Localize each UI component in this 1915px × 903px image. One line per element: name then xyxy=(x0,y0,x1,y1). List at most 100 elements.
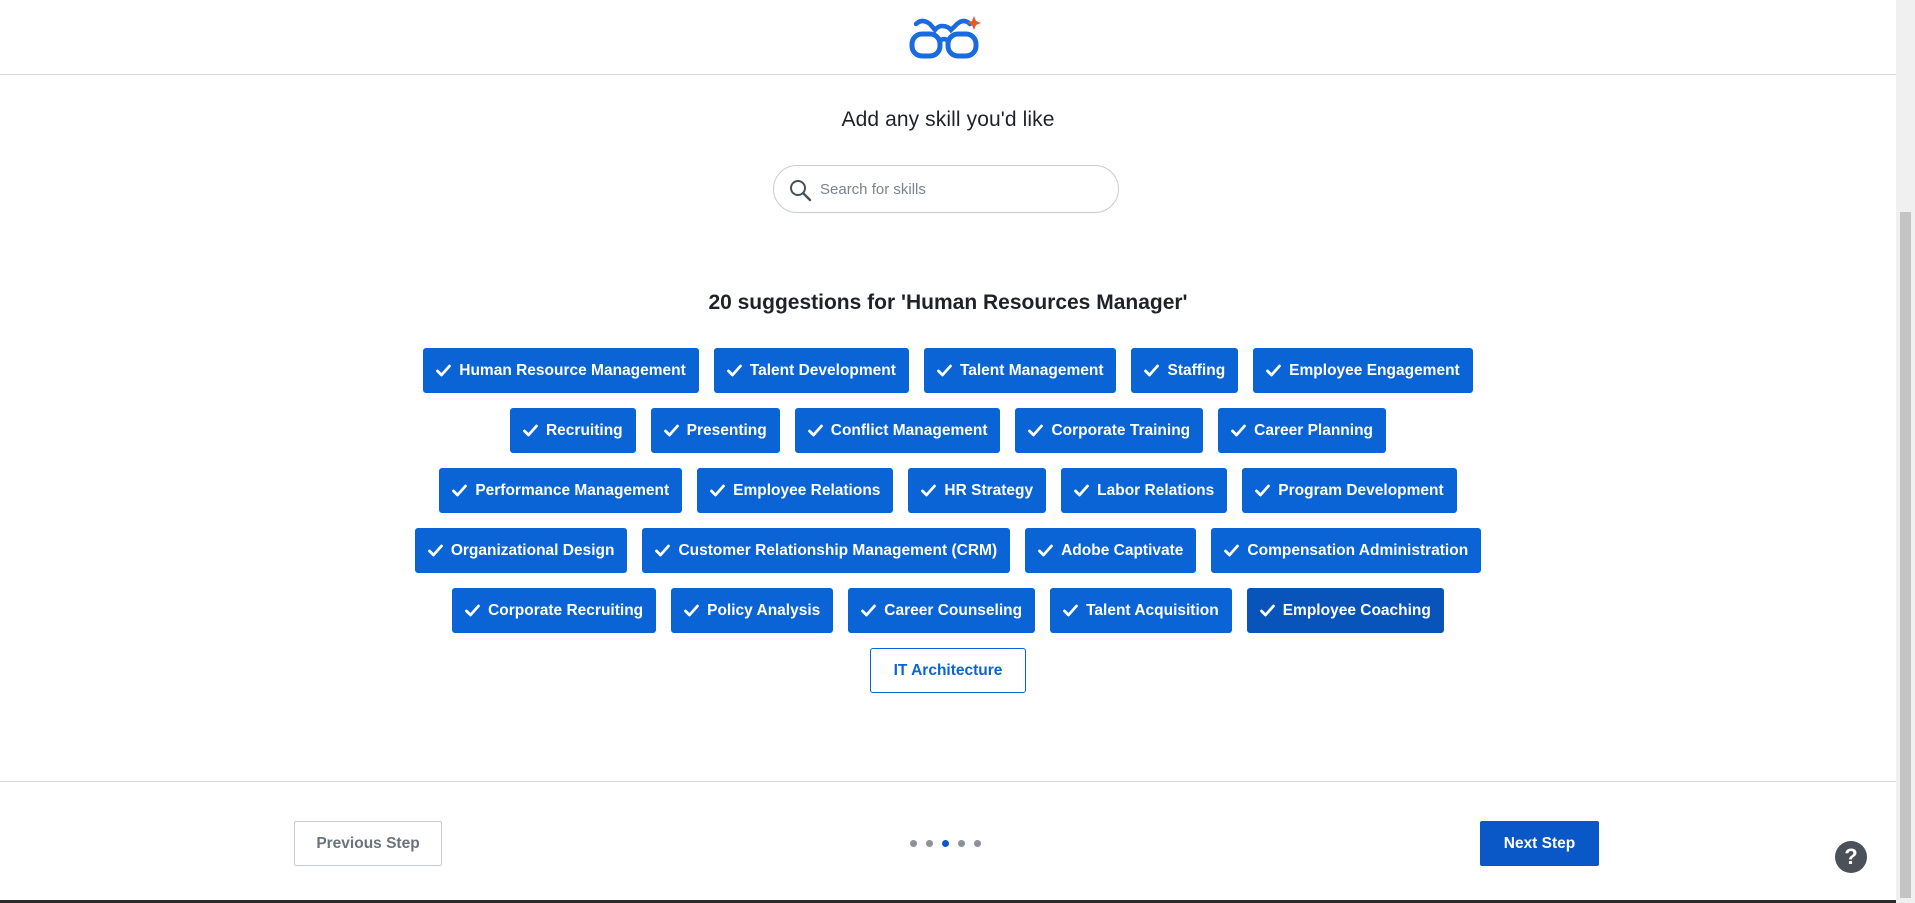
step-dot-active xyxy=(942,840,949,847)
checkmark-icon xyxy=(807,424,823,437)
skill-chip[interactable]: Organizational Design xyxy=(414,528,628,573)
skill-row: Human Resource Management Talent Developm… xyxy=(423,348,1473,393)
skill-chip[interactable]: Presenting xyxy=(650,408,780,453)
skill-chip-label: IT Architecture xyxy=(893,661,1003,679)
page-title: Add any skill you'd like xyxy=(841,108,1055,131)
skill-chip-label: Career Planning xyxy=(1254,421,1374,439)
skill-row: Corporate Recruiting Policy Analysis Caree… xyxy=(452,588,1444,633)
skill-chip[interactable]: Adobe Captivate xyxy=(1025,528,1197,573)
skill-chip-label: Employee Coaching xyxy=(1282,601,1431,619)
skill-chip-label: Adobe Captivate xyxy=(1061,541,1184,559)
checkmark-icon xyxy=(465,604,481,617)
checkmark-icon xyxy=(1255,484,1271,497)
next-step-button[interactable]: Next Step xyxy=(1480,821,1599,866)
glasses-logo-icon[interactable] xyxy=(908,14,982,64)
skill-chip[interactable]: Talent Acquisition xyxy=(1050,588,1232,633)
skill-chip-label: Customer Relationship Management (CRM) xyxy=(678,541,998,559)
skill-chip-label: Recruiting xyxy=(545,421,623,439)
checkmark-icon xyxy=(1028,424,1044,437)
skill-chip-label: Employee Relations xyxy=(733,481,881,499)
skill-chip[interactable]: Employee Coaching xyxy=(1246,588,1444,633)
skill-chip-label: Labor Relations xyxy=(1097,481,1215,499)
search-input[interactable] xyxy=(820,172,1100,206)
skill-suggestions: Human Resource Management Talent Developm… xyxy=(396,348,1500,693)
step-dot xyxy=(958,840,965,847)
step-dot xyxy=(910,840,917,847)
skill-chip[interactable]: Conflict Management xyxy=(794,408,1001,453)
skill-row: Recruiting Presenting Conflict Management C… xyxy=(509,408,1387,453)
skill-chip[interactable]: HR Strategy xyxy=(908,468,1047,513)
skill-chip-label: Organizational Design xyxy=(450,541,615,559)
search-box[interactable] xyxy=(773,165,1119,213)
checkmark-icon xyxy=(1038,544,1054,557)
checkmark-icon xyxy=(1231,424,1247,437)
skill-chip-label: Performance Management xyxy=(475,481,670,499)
skill-chip[interactable]: Talent Management xyxy=(923,348,1117,393)
skill-chip[interactable]: Policy Analysis xyxy=(671,588,834,633)
top-header xyxy=(0,0,1896,75)
skill-chip[interactable]: Talent Development xyxy=(713,348,909,393)
skill-chip-label: Human Resource Management xyxy=(459,361,686,379)
checkmark-icon xyxy=(663,424,679,437)
step-footer: Previous Step Next Step ? xyxy=(0,781,1896,903)
checkmark-icon xyxy=(726,364,742,377)
checkmark-icon xyxy=(1074,484,1090,497)
scrollbar[interactable] xyxy=(1896,0,1915,903)
checkmark-icon xyxy=(427,544,443,557)
skill-chip-label: Career Counseling xyxy=(884,601,1023,619)
skill-chip-label: Presenting xyxy=(686,421,767,439)
skill-chip-label: Employee Engagement xyxy=(1289,361,1460,379)
skill-chip[interactable]: Staffing xyxy=(1131,348,1239,393)
checkmark-icon xyxy=(1259,604,1275,617)
checkmark-icon xyxy=(436,364,452,377)
skill-chip[interactable]: IT Architecture xyxy=(869,648,1027,693)
skill-chip-label: Program Development xyxy=(1278,481,1444,499)
skill-row: Organizational Design Customer Relationsh… xyxy=(414,528,1482,573)
skill-chip-label: Corporate Recruiting xyxy=(488,601,644,619)
checkmark-icon xyxy=(921,484,937,497)
step-dot xyxy=(926,840,933,847)
checkmark-icon xyxy=(1224,544,1240,557)
skill-chip[interactable]: Corporate Training xyxy=(1015,408,1204,453)
search-icon xyxy=(790,180,812,202)
skill-chip[interactable]: Human Resource Management xyxy=(423,348,699,393)
checkmark-icon xyxy=(452,484,468,497)
skill-chip-label: Policy Analysis xyxy=(707,601,821,619)
checkmark-icon xyxy=(523,424,538,437)
skill-chip[interactable]: Employee Engagement xyxy=(1253,348,1473,393)
skill-chip[interactable]: Employee Relations xyxy=(697,468,894,513)
skill-chip-label: Corporate Training xyxy=(1051,421,1191,439)
skill-chip-label: Talent Acquisition xyxy=(1086,601,1219,619)
help-button[interactable]: ? xyxy=(1835,841,1867,873)
step-progress-dots xyxy=(910,840,981,847)
skill-chip[interactable]: Customer Relationship Management (CRM) xyxy=(642,528,1011,573)
skills-step-content: Add any skill you'd like 20 suggestions … xyxy=(0,75,1896,781)
skill-chip[interactable]: Recruiting xyxy=(509,408,636,453)
skill-chip[interactable]: Program Development xyxy=(1242,468,1457,513)
skill-chip[interactable]: Performance Management xyxy=(439,468,683,513)
checkmark-icon xyxy=(1266,364,1282,377)
skill-chip[interactable]: Career Counseling xyxy=(848,588,1036,633)
skill-row: IT Architecture xyxy=(869,648,1027,693)
checkmark-icon xyxy=(655,544,671,557)
skill-chip-label: Conflict Management xyxy=(830,421,988,439)
skill-chip-label: Talent Management xyxy=(959,361,1104,379)
checkmark-icon xyxy=(1063,604,1078,617)
skill-chip[interactable]: Labor Relations xyxy=(1061,468,1228,513)
skill-chip[interactable]: Compensation Administration xyxy=(1211,528,1482,573)
checkmark-icon xyxy=(1144,364,1160,377)
suggestions-heading: 20 suggestions for 'Human Resources Mana… xyxy=(708,291,1188,314)
checkmark-icon xyxy=(861,604,877,617)
checkmark-icon xyxy=(684,604,700,617)
skill-chip[interactable]: Corporate Recruiting xyxy=(452,588,657,633)
scrollbar-thumb[interactable] xyxy=(1900,212,1911,898)
checkmark-icon xyxy=(937,364,952,377)
skill-chip-label: Staffing xyxy=(1167,361,1226,379)
skill-chip[interactable]: Career Planning xyxy=(1218,408,1387,453)
skill-chip-label: HR Strategy xyxy=(944,481,1034,499)
skill-chip-label: Compensation Administration xyxy=(1247,541,1469,559)
previous-step-button[interactable]: Previous Step xyxy=(294,821,442,866)
skill-chip-label: Talent Development xyxy=(749,361,896,379)
step-dot xyxy=(974,840,981,847)
skill-row: Performance Management Employee Relations… xyxy=(439,468,1457,513)
